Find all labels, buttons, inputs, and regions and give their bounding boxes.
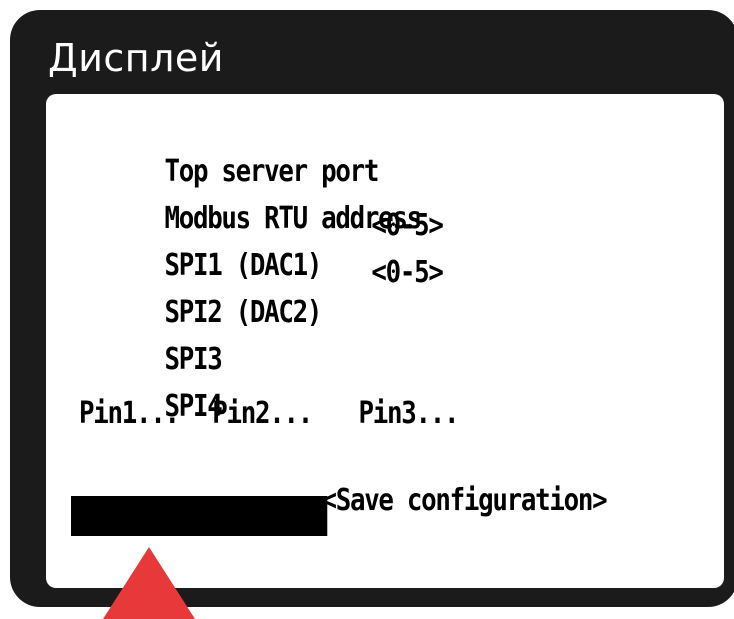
save-configuration-button[interactable]: <Save configuration> [236, 441, 607, 518]
menu-item-value: <0-5> [371, 208, 444, 243]
save-configuration-label: <Save configuration> [321, 483, 607, 518]
menu-item-spi1[interactable]: SPI1 (DAC1) <0-5> [79, 206, 443, 283]
pin1-button[interactable]: Pin1... [79, 394, 180, 434]
menu-item-modbus-rtu-address[interactable]: Modbus RTU address [79, 159, 422, 236]
pin2-button[interactable]: Pin2... [212, 394, 313, 434]
display-screen: Top server port Modbus RTU address SPI1 … [46, 94, 724, 588]
device-frame: Дисплей Top server port Modbus RTU addre… [10, 10, 734, 607]
advanced-menu-item[interactable]: Advanced... [71, 496, 327, 573]
menu-item-top-server-port[interactable]: Top server port [79, 112, 379, 189]
device-title: Дисплей [48, 36, 224, 80]
pin-row: Pin1... Pin2... Pin3... [79, 394, 526, 434]
menu-item-spi2[interactable]: SPI2 (DAC2) <0-5> [79, 253, 443, 330]
menu-item-spi3[interactable]: SPI3 [79, 300, 222, 377]
pointer-arrow-icon [103, 547, 195, 619]
menu-item-spi4[interactable]: SPI4 [79, 347, 222, 424]
menu-item-value: <0-5> [371, 255, 444, 290]
pin3-button[interactable]: Pin3... [359, 394, 460, 434]
